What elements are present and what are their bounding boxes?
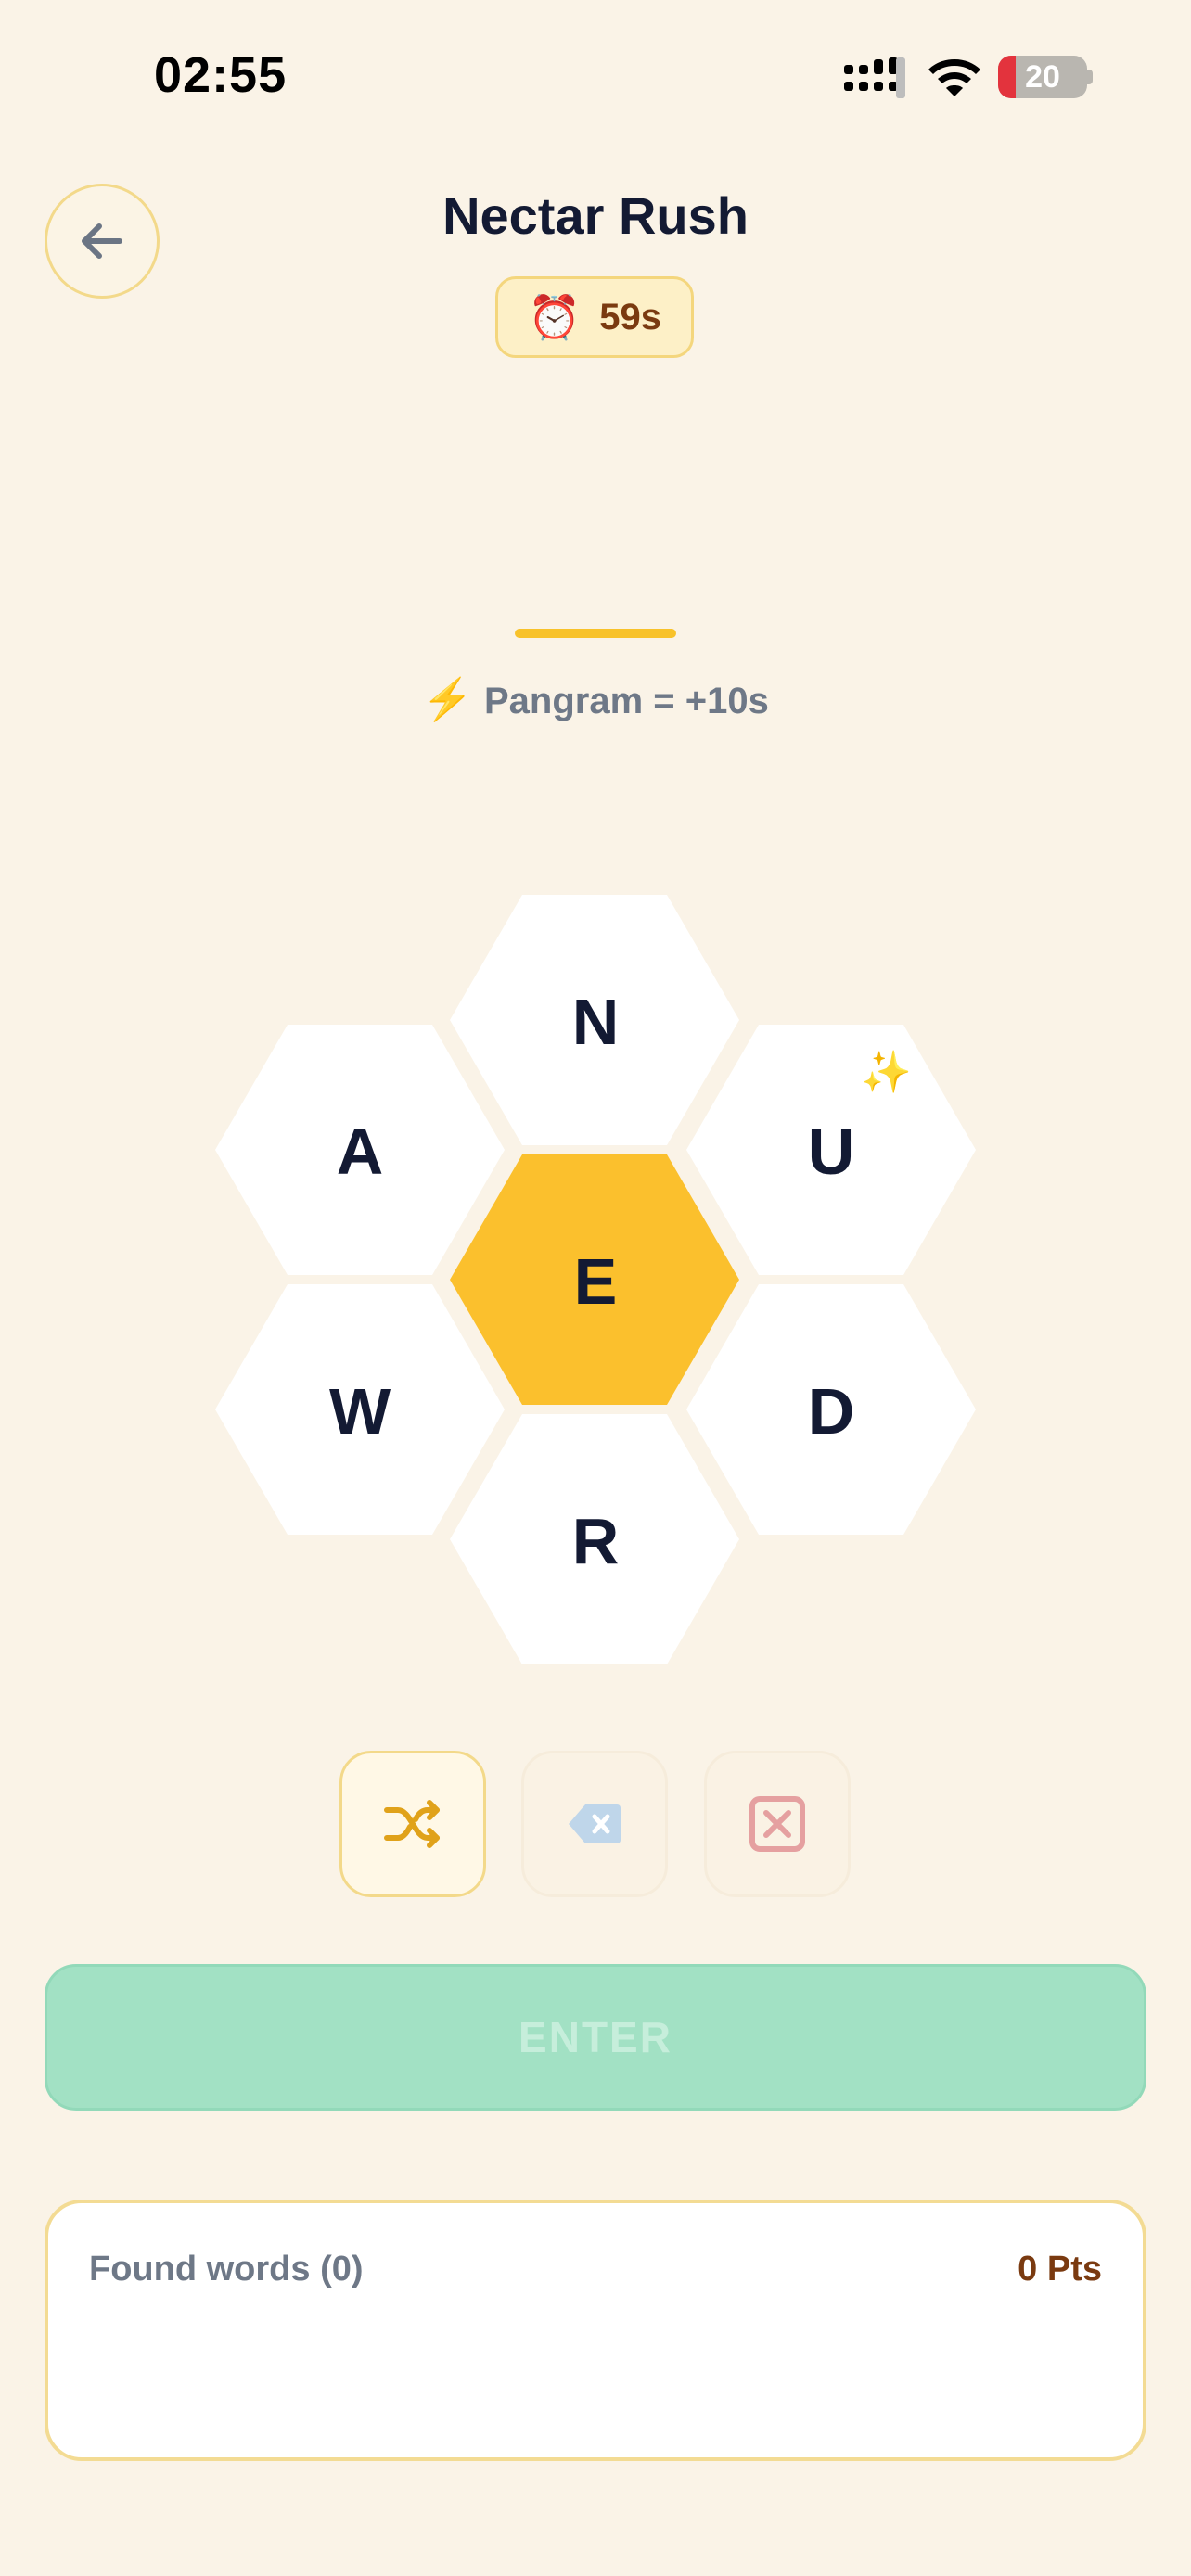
hex-letter-lower-right: D: [807, 1375, 855, 1447]
battery-icon: 20: [998, 56, 1087, 98]
backspace-icon: [569, 1804, 621, 1843]
shuffle-button[interactable]: [339, 1751, 486, 1897]
lightning-icon: ⚡: [422, 677, 473, 722]
pangram-hint-text: Pangram = +10s: [483, 681, 769, 721]
clear-icon: [749, 1796, 805, 1852]
found-words-label: Found words (0): [89, 2250, 364, 2289]
alarm-clock-icon: ⏰: [527, 293, 582, 341]
sparkle-icon: ✨: [861, 1050, 912, 1095]
timer-badge: ⏰ 59s: [495, 276, 694, 358]
wifi-icon: [928, 59, 980, 96]
enter-button[interactable]: ENTER: [45, 1964, 1146, 2111]
pangram-hint: ⚡ Pangram = +10s: [0, 675, 1191, 723]
points-label: 0 Pts: [1018, 2250, 1102, 2289]
hex-letter-upper-right: U: [807, 1116, 855, 1188]
battery-percentage: 20: [1025, 59, 1060, 95]
hex-letter-bottom: R: [571, 1505, 620, 1577]
hex-letter-lower-left: W: [328, 1375, 391, 1447]
hex-letter-center: E: [573, 1245, 618, 1318]
clear-button[interactable]: [704, 1751, 851, 1897]
page-title: Nectar Rush: [442, 186, 749, 245]
battery-cap: [1087, 70, 1093, 84]
cellular-signal-icon: [844, 57, 905, 98]
timer-value: 59s: [599, 296, 662, 338]
hex-letter-upper-left: A: [336, 1116, 384, 1188]
delete-button[interactable]: [521, 1751, 668, 1897]
hex-letter-top: N: [571, 986, 620, 1058]
found-words-panel: Found words (0) 0 Pts: [45, 2200, 1146, 2461]
current-word-underline: [515, 629, 676, 638]
shuffle-icon: [384, 1800, 440, 1848]
status-time: 02:55: [154, 47, 288, 103]
